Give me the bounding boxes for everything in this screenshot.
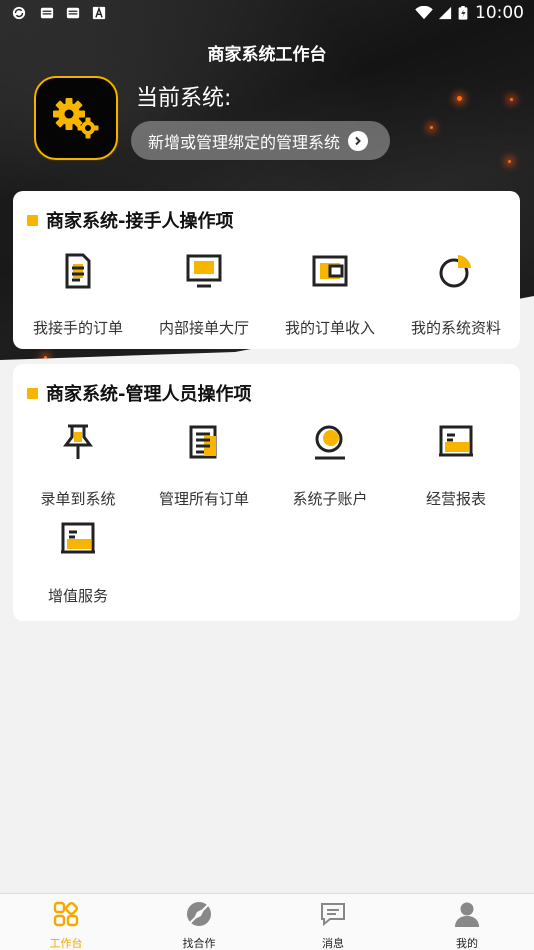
bottom-tab-bar: 工作台 找合作 消息 我的 xyxy=(0,893,534,950)
item-label: 系统子账户 xyxy=(292,490,368,508)
item-label: 经营报表 xyxy=(425,490,486,508)
section-title-text: 商家系统-管理人员操作项 xyxy=(46,384,252,405)
manager-operations-card: 商家系统-管理人员操作项 录单到系统 管理所有订单 系统子账户 经营报表 增值服… xyxy=(13,364,520,621)
ember-decoration xyxy=(510,98,513,101)
section-marker xyxy=(27,387,38,399)
system-avatar[interactable] xyxy=(34,76,118,160)
mail-icon xyxy=(66,7,80,19)
order-income-button[interactable]: 我的订单收入 xyxy=(266,251,394,338)
item-label: 内部接单大厅 xyxy=(158,319,249,337)
tab-workbench[interactable]: 工作台 xyxy=(26,900,106,950)
section-title-text: 商家系统-接手人操作项 xyxy=(46,211,234,232)
list-document-icon xyxy=(189,425,217,459)
pin-icon xyxy=(63,424,93,459)
manage-orders-button[interactable]: 管理所有订单 xyxy=(140,422,268,509)
item-label: 我的订单收入 xyxy=(284,319,375,337)
item-label: 我接手的订单 xyxy=(32,319,123,337)
ember-decoration xyxy=(430,126,433,129)
clock: 10:00 xyxy=(475,3,524,23)
section-title: 商家系统-管理人员操作项 xyxy=(27,380,251,406)
item-label: 管理所有订单 xyxy=(158,490,249,508)
enter-order-button[interactable]: 录单到系统 xyxy=(14,422,142,509)
tab-find-partner[interactable]: 找合作 xyxy=(159,900,239,950)
item-label: 我的系统资料 xyxy=(410,319,501,337)
section-marker xyxy=(27,214,38,226)
sub-account-icon xyxy=(315,425,345,460)
report-icon xyxy=(439,425,473,457)
section-title: 商家系统-接手人操作项 xyxy=(27,207,233,233)
tab-label: 找合作 xyxy=(182,937,216,950)
my-orders-button[interactable]: 我接手的订单 xyxy=(14,251,142,338)
item-label: 增值服务 xyxy=(47,587,108,605)
compass-icon xyxy=(187,902,211,926)
user-icon xyxy=(455,902,479,927)
wifi-icon xyxy=(415,6,433,20)
font-icon xyxy=(92,6,106,20)
status-bar: 10:00 xyxy=(0,0,534,28)
mail-icon xyxy=(40,7,54,19)
bind-system-button[interactable]: 新增或管理绑定的管理系统 xyxy=(131,121,390,160)
chevron-right-icon xyxy=(348,130,369,151)
page-title: 商家系统工作台 xyxy=(207,45,327,65)
document-icon xyxy=(65,253,91,289)
signal-icon xyxy=(438,6,452,20)
ember-decoration xyxy=(457,96,462,101)
ember-decoration xyxy=(44,356,47,359)
item-label: 录单到系统 xyxy=(40,490,116,508)
bind-system-label: 新增或管理绑定的管理系统 xyxy=(148,132,341,152)
sub-accounts-button[interactable]: 系统子账户 xyxy=(266,422,394,509)
message-icon xyxy=(321,903,345,927)
wallet-icon xyxy=(312,255,348,287)
monitor-icon xyxy=(186,254,222,288)
system-profile-button[interactable]: 我的系统资料 xyxy=(392,251,520,338)
business-report-button[interactable]: 经营报表 xyxy=(392,422,520,509)
tab-label: 工作台 xyxy=(49,937,83,950)
ember-decoration xyxy=(508,160,511,163)
order-hall-button[interactable]: 内部接单大厅 xyxy=(140,251,268,338)
tab-profile[interactable]: 我的 xyxy=(427,900,507,950)
battery-icon xyxy=(458,6,468,20)
tab-label: 我的 xyxy=(456,937,478,950)
current-system-label: 当前系统: xyxy=(136,86,232,111)
grid-icon xyxy=(53,901,79,927)
tab-messages[interactable]: 消息 xyxy=(293,900,373,950)
sync-icon xyxy=(12,6,26,20)
pie-chart-icon xyxy=(439,255,471,288)
value-added-service-button[interactable]: 增值服务 xyxy=(14,519,142,606)
receiver-operations-card: 商家系统-接手人操作项 我接手的订单 内部接单大厅 我的订单收入 我的系统资料 xyxy=(13,191,520,349)
tab-label: 消息 xyxy=(322,937,344,950)
gear-icon xyxy=(53,98,99,139)
service-icon xyxy=(61,522,95,554)
